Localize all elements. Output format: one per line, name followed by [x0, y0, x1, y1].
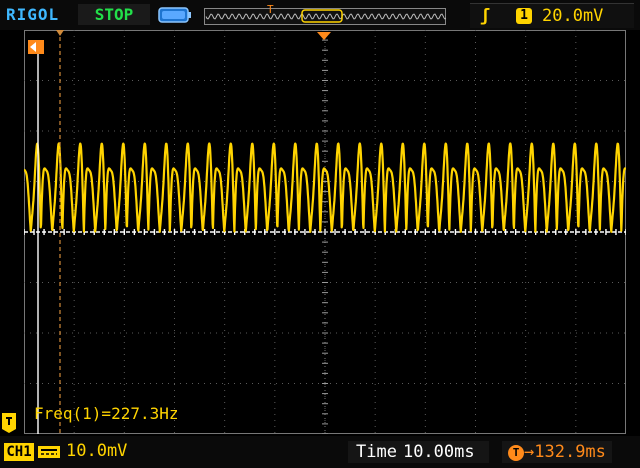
- waveform-display[interactable]: [24, 30, 626, 434]
- rising-edge-icon: ʃ: [480, 6, 491, 26]
- time-label: Time: [356, 442, 397, 462]
- timebase-setting[interactable]: Time 10.00ms: [348, 441, 489, 463]
- timebase-value: 10.00ms: [402, 442, 475, 462]
- channel1-badge[interactable]: CH1: [4, 443, 34, 461]
- arrow-right-icon: →: [524, 442, 535, 462]
- run-stop-status[interactable]: STOP: [78, 4, 150, 25]
- trigger-settings[interactable]: ʃ 1 20.0mV: [470, 3, 634, 28]
- trigger-position-value: 132.9ms: [534, 442, 606, 462]
- svg-text:T: T: [267, 4, 274, 16]
- frequency-measurement: Freq(1)=227.3Hz: [34, 404, 179, 423]
- memory-depth-icon: [158, 7, 191, 23]
- vertical-scale[interactable]: 10.0mV: [66, 441, 127, 461]
- bottom-status-bar: CH1 10.0mV Time 10.00ms T →132.9ms: [0, 436, 640, 468]
- trigger-time-marker: [56, 30, 64, 36]
- trigger-position-setting[interactable]: T →132.9ms: [502, 441, 612, 463]
- trigger-level: 20.0mV: [542, 6, 604, 26]
- cursor-marker-icon[interactable]: [26, 38, 46, 56]
- trigger-position-marker[interactable]: [317, 32, 331, 40]
- dc-coupling-icon: [38, 446, 60, 458]
- trigger-position-icon: T: [508, 445, 524, 461]
- waveform-overview-bar[interactable]: T: [204, 4, 446, 26]
- brand-logo: RIGOL: [6, 5, 60, 24]
- trigger-source-badge: 1: [516, 8, 532, 24]
- top-status-bar: RIGOL STOP T ʃ 1 20.0mV: [0, 0, 640, 30]
- channel1-ground-marker[interactable]: [2, 413, 18, 433]
